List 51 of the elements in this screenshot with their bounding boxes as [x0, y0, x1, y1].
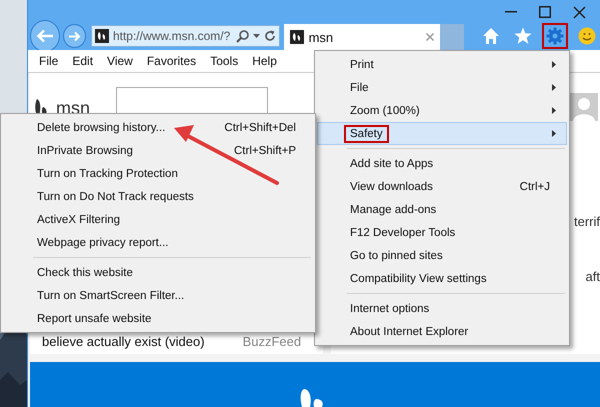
menu-item[interactable]: Edit [65, 54, 100, 68]
menu-item[interactable]: F12 Developer Tools [317, 221, 567, 244]
shortcut-label: Ctrl+J [520, 180, 551, 192]
settings-icon[interactable] [542, 23, 568, 49]
site-icon [290, 30, 304, 44]
close-icon[interactable] [426, 33, 434, 41]
minimize-icon[interactable] [505, 11, 517, 13]
menu-item[interactable]: Tools [203, 54, 246, 68]
menu-item[interactable]: Report unsafe website [3, 307, 313, 330]
source-label: BuzzFeed [242, 334, 302, 349]
menu-item[interactable]: Turn on SmartScreen Filter... [3, 284, 313, 307]
close-icon[interactable] [573, 6, 586, 18]
menu-item[interactable]: Compatibility View settings [317, 267, 567, 290]
left-arrow-icon [36, 29, 54, 43]
browser-tab[interactable]: msn [284, 24, 440, 50]
menu-item[interactable]: Manage add-ons [317, 198, 567, 221]
menu-item[interactable]: Favorites [140, 54, 204, 68]
headline-link[interactable]: believe actually exist (video) [42, 334, 205, 349]
menu-item[interactable]: Check this website [3, 261, 313, 284]
search-icon[interactable] [236, 30, 249, 42]
shortcut-label: Ctrl+Shift+Del [224, 122, 297, 134]
menu-item[interactable]: Turn on Do Not Track requests [3, 185, 313, 208]
menu-item[interactable]: Turn on Tracking Protection [3, 162, 313, 185]
right-arrow-icon [68, 30, 82, 42]
refresh-icon[interactable] [264, 30, 276, 42]
forward-button[interactable] [63, 24, 86, 48]
menu-item[interactable]: File [32, 54, 66, 68]
maximize-icon[interactable] [539, 6, 551, 18]
menu-item[interactable]: ActiveX Filtering [3, 208, 313, 231]
menu-item[interactable]: Safety [317, 122, 567, 145]
menu-item[interactable]: Print [317, 53, 567, 76]
shortcut-label: Ctrl+Shift+P [234, 144, 297, 156]
dropdown-icon[interactable] [252, 34, 260, 38]
site-icon [94, 29, 109, 43]
menu-item[interactable]: Go to pinned sites [317, 244, 567, 267]
menu-item[interactable]: Help [245, 54, 284, 68]
headline-text[interactable]: terrif [574, 214, 600, 228]
menu-item[interactable]: Delete browsing history... Ctrl+Shift+Del [3, 116, 313, 139]
menu-item[interactable]: File [317, 76, 567, 99]
menu-item[interactable]: Internet options [317, 297, 567, 320]
menu-item[interactable]: Zoom (100%) [317, 99, 567, 122]
person-icon[interactable] [570, 93, 598, 121]
menu-item[interactable]: Webpage privacy report... [3, 231, 313, 254]
menu-item[interactable]: About Internet Explorer [317, 320, 567, 343]
menu-item[interactable]: InPrivate Browsing Ctrl+Shift+P [3, 139, 313, 162]
menu-item[interactable]: View downloads Ctrl+J [317, 175, 567, 198]
menu-item[interactable]: Add site to Apps [317, 152, 567, 175]
back-button[interactable] [30, 20, 60, 52]
headline-text[interactable]: aft [586, 268, 600, 284]
menu-item[interactable]: View [100, 54, 140, 68]
address-bar[interactable]: http://www.msn.com/? [90, 25, 280, 47]
